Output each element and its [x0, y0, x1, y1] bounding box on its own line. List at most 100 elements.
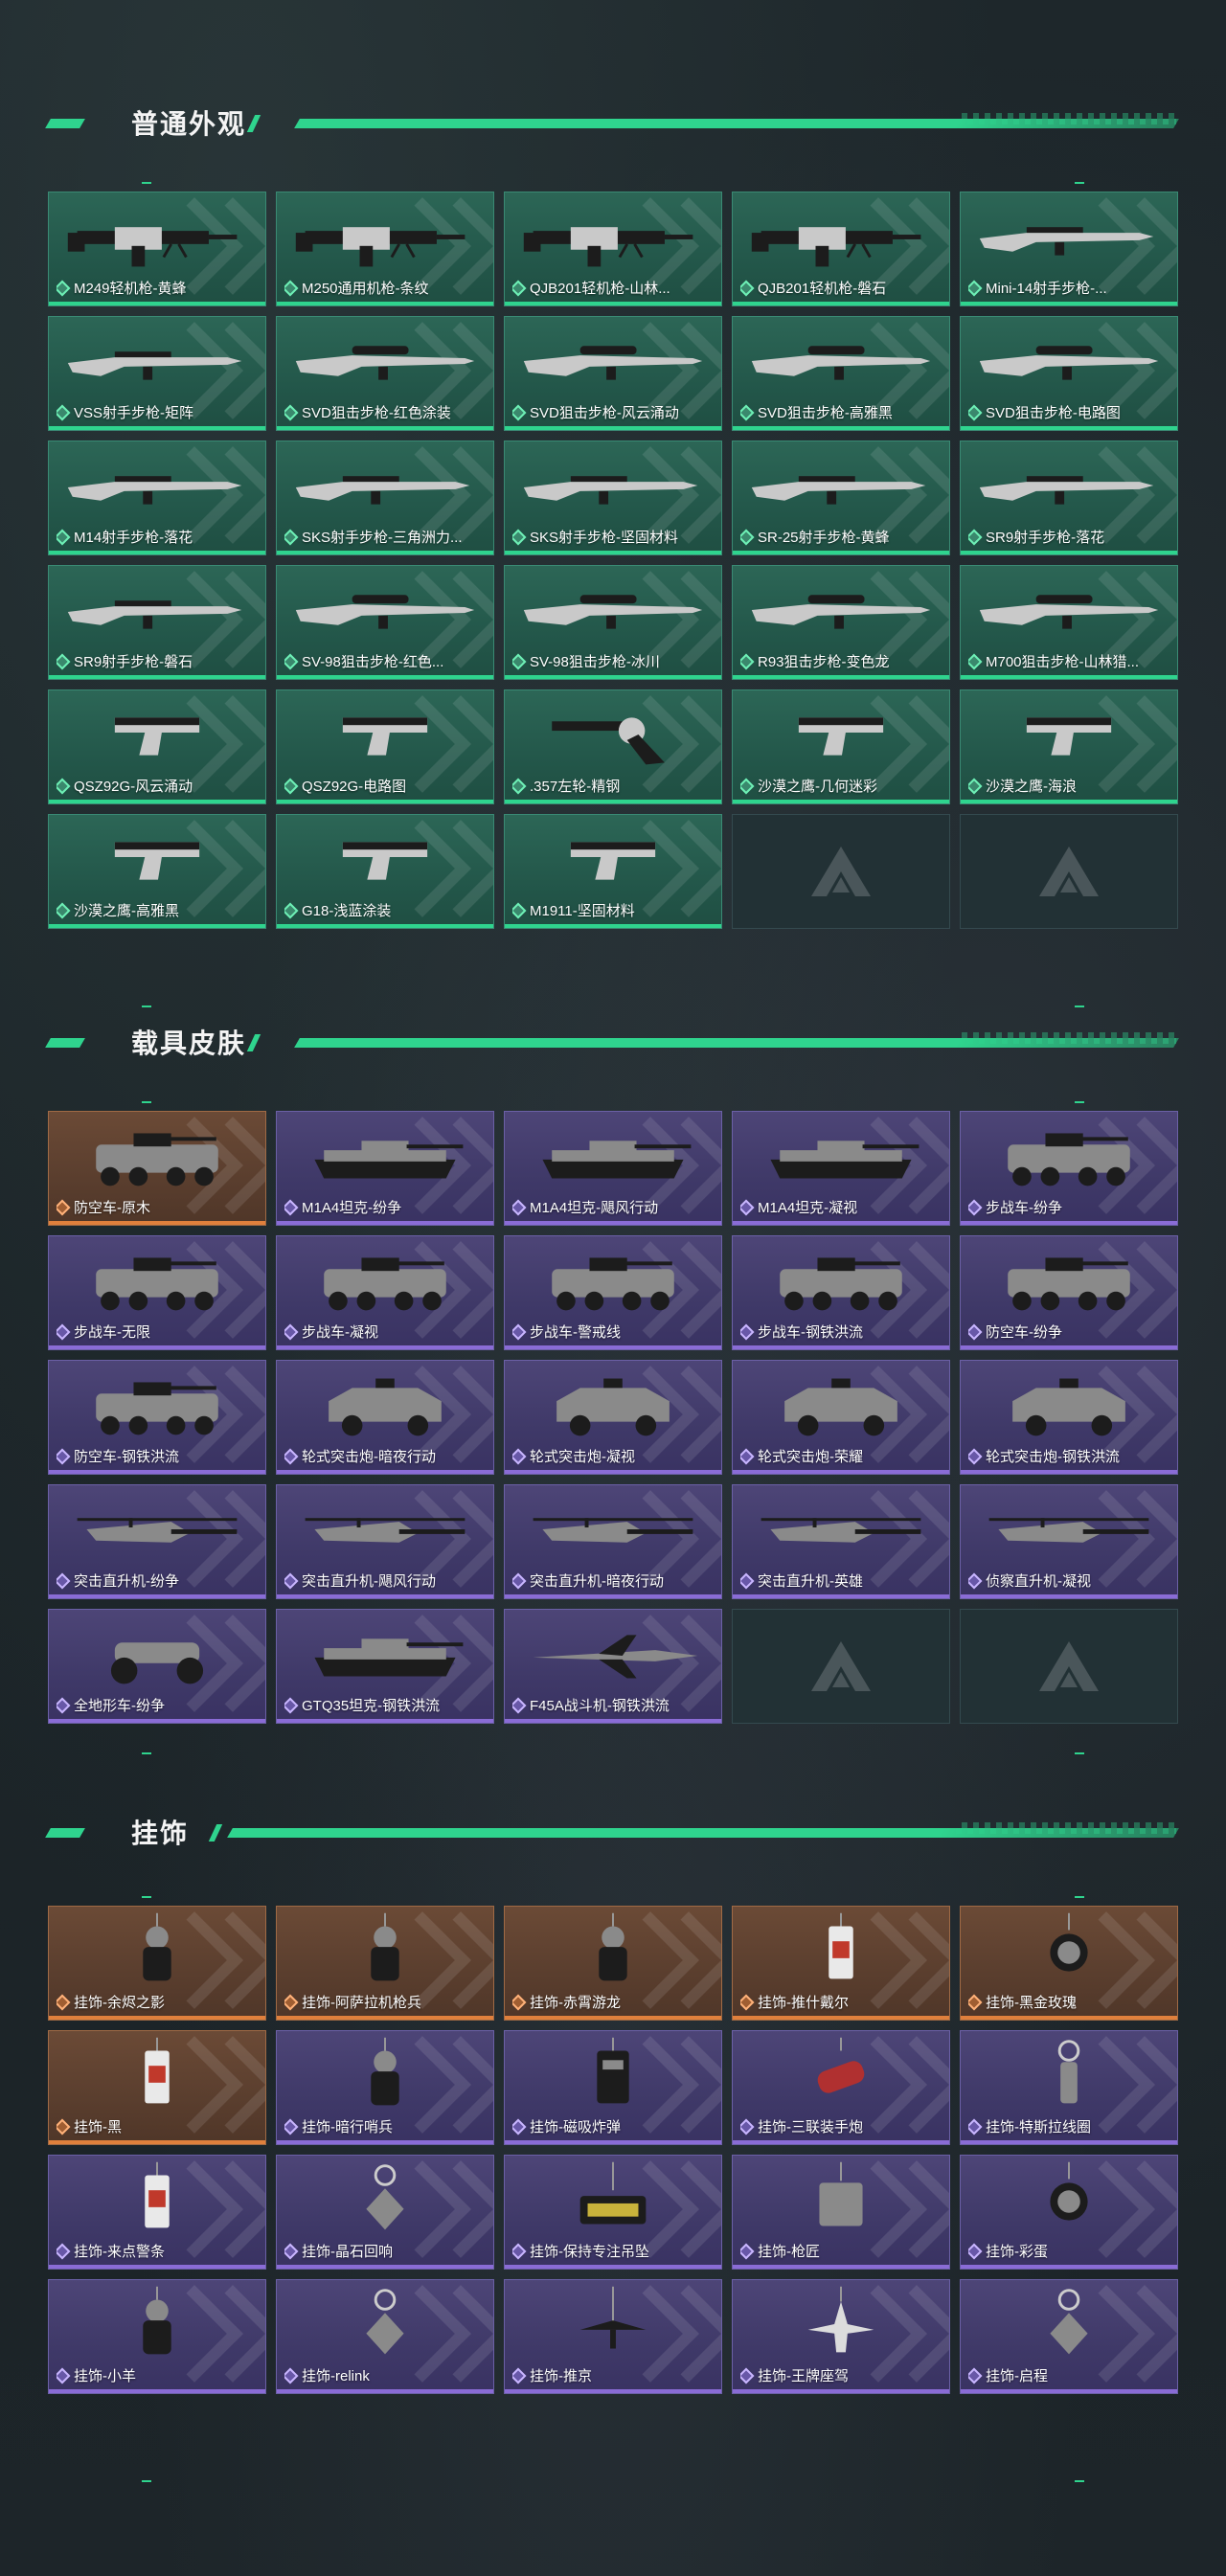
item-card[interactable]: SVD狙击步枪-红色涂装: [276, 316, 494, 431]
item-card[interactable]: Mini-14射手步枪-...: [960, 192, 1178, 306]
item-name: QJB201轻机枪-磐石: [758, 281, 887, 297]
item-card[interactable]: 挂饰-磁吸炸弹: [504, 2030, 722, 2145]
item-card[interactable]: 挂饰-黑金玫瑰: [960, 1906, 1178, 2021]
item-label-row: SR9射手步枪-落花: [968, 527, 1169, 547]
item-label-row: SVD狙击步枪-电路图: [968, 402, 1169, 422]
item-card[interactable]: 挂饰-暗行哨兵: [276, 2030, 494, 2145]
item-card[interactable]: 轮式突击炮-荣耀: [732, 1360, 950, 1475]
item-card[interactable]: M1A4坦克-纷争: [276, 1111, 494, 1226]
item-name: SVD狙击步枪-红色涂装: [302, 405, 451, 421]
item-card[interactable]: M250通用机枪-条纹: [276, 192, 494, 306]
rarity-diamond-icon: [57, 2367, 71, 2384]
item-name: 挂饰-启程: [986, 2368, 1048, 2384]
item-card[interactable]: 突击直升机-英雄: [732, 1484, 950, 1599]
item-card[interactable]: SR9射手步枪-磐石: [48, 565, 266, 680]
rarity-diamond-icon: [968, 2118, 983, 2135]
item-card[interactable]: M249轻机枪-黄蜂: [48, 192, 266, 306]
rarity-diamond-icon: [284, 653, 299, 669]
item-card[interactable]: 防空车-钢铁洪流: [48, 1360, 266, 1475]
charm-figure-icon: [286, 1912, 484, 1989]
item-card[interactable]: 突击直升机-暗夜行动: [504, 1484, 722, 1599]
item-label-row: 挂饰-保持专注吊坠: [512, 2241, 714, 2261]
item-card[interactable]: 轮式突击炮-凝视: [504, 1360, 722, 1475]
item-card[interactable]: 轮式突击炮-暗夜行动: [276, 1360, 494, 1475]
item-card[interactable]: 防空车-原木: [48, 1111, 266, 1226]
item-card[interactable]: 步战车-钢铁洪流: [732, 1235, 950, 1350]
item-card[interactable]: 挂饰-小羊: [48, 2279, 266, 2394]
item-label-row: 沙漠之鹰-几何迷彩: [740, 776, 942, 796]
item-name: 防空车-纷争: [986, 1324, 1062, 1341]
item-card[interactable]: 沙漠之鹰-高雅黑: [48, 814, 266, 929]
item-name: 挂饰-暗行哨兵: [302, 2119, 393, 2135]
item-name: 防空车-原木: [74, 1200, 150, 1216]
item-label-row: M1A4坦克-凝视: [740, 1197, 942, 1217]
delta-logo-icon: [811, 1641, 871, 1691]
item-card[interactable]: SVD狙击步枪-电路图: [960, 316, 1178, 431]
item-card[interactable]: 挂饰-赤霄游龙: [504, 1906, 722, 2021]
item-card[interactable]: 突击直升机-飓风行动: [276, 1484, 494, 1599]
item-card[interactable]: 步战车-无限: [48, 1235, 266, 1350]
item-name: 步战车-钢铁洪流: [758, 1324, 863, 1341]
item-card[interactable]: SV-98狙击步枪-冰川: [504, 565, 722, 680]
pistol-icon: [286, 696, 484, 773]
item-card[interactable]: QSZ92G-电路图: [276, 689, 494, 804]
item-name: 步战车-凝视: [302, 1324, 378, 1341]
item-card[interactable]: 挂饰-枪匠: [732, 2155, 950, 2270]
item-card[interactable]: 挂饰-推京: [504, 2279, 722, 2394]
item-card[interactable]: 挂饰-保持专注吊坠: [504, 2155, 722, 2270]
item-label-row: 挂饰-赤霄游龙: [512, 1992, 714, 2012]
item-card[interactable]: M1911-坚固材料: [504, 814, 722, 929]
item-card[interactable]: 轮式突击炮-钢铁洪流: [960, 1360, 1178, 1475]
item-card[interactable]: F45A战斗机-钢铁洪流: [504, 1609, 722, 1724]
item-card[interactable]: 挂饰-推什戴尔: [732, 1906, 950, 2021]
item-card[interactable]: 挂饰-彩蛋: [960, 2155, 1178, 2270]
item-card[interactable]: 挂饰-黑: [48, 2030, 266, 2145]
item-card[interactable]: VSS射手步枪-矩阵: [48, 316, 266, 431]
item-card[interactable]: 步战车-警戒线: [504, 1235, 722, 1350]
pistol-icon: [514, 821, 712, 897]
item-card[interactable]: SR-25射手步枪-黄蜂: [732, 441, 950, 555]
item-card[interactable]: SV-98狙击步枪-红色...: [276, 565, 494, 680]
rarity-diamond-icon: [284, 1199, 299, 1215]
section-title: 挂饰: [131, 1819, 190, 1848]
item-card[interactable]: 挂饰-特斯拉线圈: [960, 2030, 1178, 2145]
item-card[interactable]: 沙漠之鹰-海浪: [960, 689, 1178, 804]
item-card[interactable]: QSZ92G-风云涌动: [48, 689, 266, 804]
item-card[interactable]: R93狙击步枪-变色龙: [732, 565, 950, 680]
item-card[interactable]: 挂饰-来点警条: [48, 2155, 266, 2270]
item-card[interactable]: 突击直升机-纷争: [48, 1484, 266, 1599]
item-card[interactable]: 步战车-凝视: [276, 1235, 494, 1350]
item-card[interactable]: M1A4坦克-凝视: [732, 1111, 950, 1226]
rarity-diamond-icon: [57, 1697, 71, 1713]
item-card[interactable]: 挂饰-王牌座驾: [732, 2279, 950, 2394]
item-card[interactable]: SVD狙击步枪-风云涌动: [504, 316, 722, 431]
item-card[interactable]: SVD狙击步枪-高雅黑: [732, 316, 950, 431]
item-card[interactable]: G18-浅蓝涂装: [276, 814, 494, 929]
rarity-diamond-icon: [740, 529, 755, 545]
item-label-row: M1A4坦克-飓风行动: [512, 1197, 714, 1217]
item-card[interactable]: QJB201轻机枪-山林...: [504, 192, 722, 306]
rifle-icon: [58, 323, 256, 399]
item-card[interactable]: 挂饰-余烬之影: [48, 1906, 266, 2021]
item-card[interactable]: M700狙击步枪-山林猎...: [960, 565, 1178, 680]
item-card[interactable]: M14射手步枪-落花: [48, 441, 266, 555]
item-card[interactable]: 防空车-纷争: [960, 1235, 1178, 1350]
item-card[interactable]: SKS射手步枪-坚固材料: [504, 441, 722, 555]
item-card[interactable]: 挂饰-晶石回响: [276, 2155, 494, 2270]
item-card[interactable]: QJB201轻机枪-磐石: [732, 192, 950, 306]
item-card[interactable]: 挂饰-三联装手炮: [732, 2030, 950, 2145]
rarity-diamond-icon: [284, 404, 299, 420]
item-card[interactable]: 全地形车-纷争: [48, 1609, 266, 1724]
item-card[interactable]: M1A4坦克-飓风行动: [504, 1111, 722, 1226]
item-card[interactable]: 步战车-纷争: [960, 1111, 1178, 1226]
item-card[interactable]: SKS射手步枪-三角洲力...: [276, 441, 494, 555]
item-card[interactable]: 侦察直升机-凝视: [960, 1484, 1178, 1599]
item-card[interactable]: 挂饰-relink: [276, 2279, 494, 2394]
item-card[interactable]: .357左轮-精钢: [504, 689, 722, 804]
item-card[interactable]: 挂饰-阿萨拉机枪兵: [276, 1906, 494, 2021]
item-label-row: 防空车-原木: [57, 1197, 258, 1217]
item-card[interactable]: 挂饰-启程: [960, 2279, 1178, 2394]
item-card[interactable]: GTQ35坦克-钢铁洪流: [276, 1609, 494, 1724]
item-card[interactable]: SR9射手步枪-落花: [960, 441, 1178, 555]
item-card[interactable]: 沙漠之鹰-几何迷彩: [732, 689, 950, 804]
